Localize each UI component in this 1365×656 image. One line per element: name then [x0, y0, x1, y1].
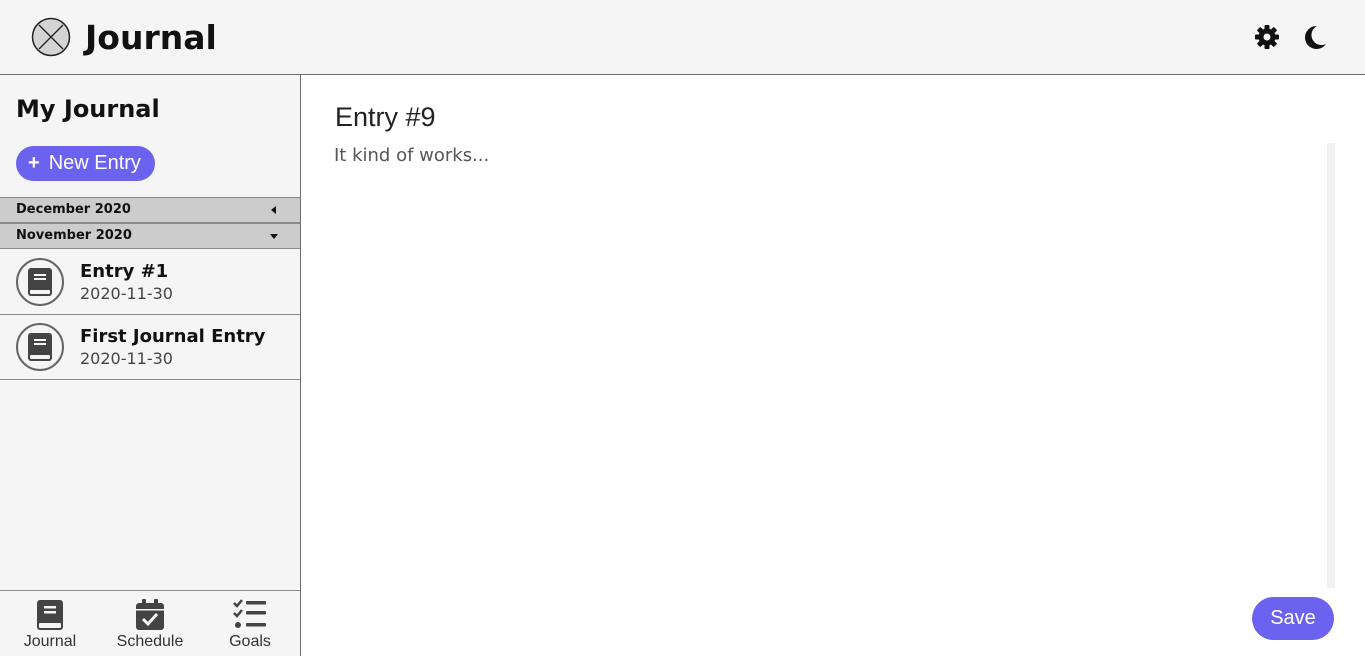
- nav-journal-label: Journal: [23, 633, 77, 650]
- entry-body-textarea[interactable]: It kind of works...: [334, 145, 1319, 590]
- new-entry-button[interactable]: + New Entry: [16, 146, 155, 181]
- sidebar-title: My Journal: [16, 95, 160, 123]
- month-label: November 2020: [16, 228, 132, 243]
- entry-date: 2020-11-30: [80, 284, 173, 303]
- entry-list-item[interactable]: First Journal Entry 2020-11-30: [0, 315, 300, 380]
- book-icon: [16, 258, 64, 306]
- calendar-check-icon: [136, 599, 164, 630]
- moon-icon[interactable]: [1299, 22, 1329, 52]
- close-circle-icon[interactable]: [31, 17, 71, 57]
- entry-title: Entry #1: [80, 261, 169, 282]
- month-label: December 2020: [16, 202, 131, 217]
- entry-editor: Entry #9 It kind of works... Save: [301, 75, 1365, 656]
- book-icon: [37, 600, 63, 630]
- month-header-december-2020[interactable]: December 2020: [0, 197, 300, 223]
- sidebar: My Journal + New Entry December 2020 Nov…: [0, 75, 301, 656]
- entry-heading[interactable]: Entry #9: [335, 102, 436, 133]
- save-button[interactable]: Save: [1252, 597, 1334, 640]
- nav-schedule[interactable]: Schedule: [100, 591, 200, 656]
- caret-left-icon: [271, 206, 276, 214]
- checklist-icon: [233, 599, 266, 628]
- nav-goals-label: Goals: [229, 633, 271, 650]
- bottom-nav: Journal Schedule Goals: [0, 590, 300, 656]
- book-icon: [16, 323, 64, 371]
- entry-list-item[interactable]: Entry #1 2020-11-30: [0, 250, 300, 315]
- entry-title: First Journal Entry: [80, 326, 266, 347]
- new-entry-label: New Entry: [48, 152, 141, 174]
- month-header-november-2020[interactable]: November 2020: [0, 223, 300, 249]
- nav-journal[interactable]: Journal: [0, 591, 100, 656]
- scrollbar-track[interactable]: [1327, 143, 1335, 588]
- plus-icon: +: [28, 152, 40, 174]
- gear-icon[interactable]: [1252, 22, 1282, 52]
- app-title: Journal: [85, 18, 217, 57]
- entry-date: 2020-11-30: [80, 349, 173, 368]
- app-header: Journal: [0, 0, 1365, 75]
- nav-schedule-label: Schedule: [116, 633, 184, 650]
- nav-goals[interactable]: Goals: [200, 591, 300, 656]
- caret-down-icon: [270, 234, 278, 239]
